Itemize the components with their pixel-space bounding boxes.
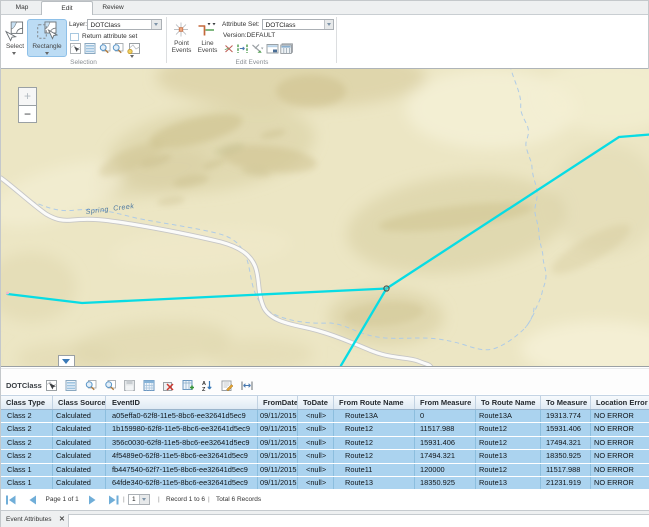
svg-text:Z: Z: [202, 387, 206, 392]
